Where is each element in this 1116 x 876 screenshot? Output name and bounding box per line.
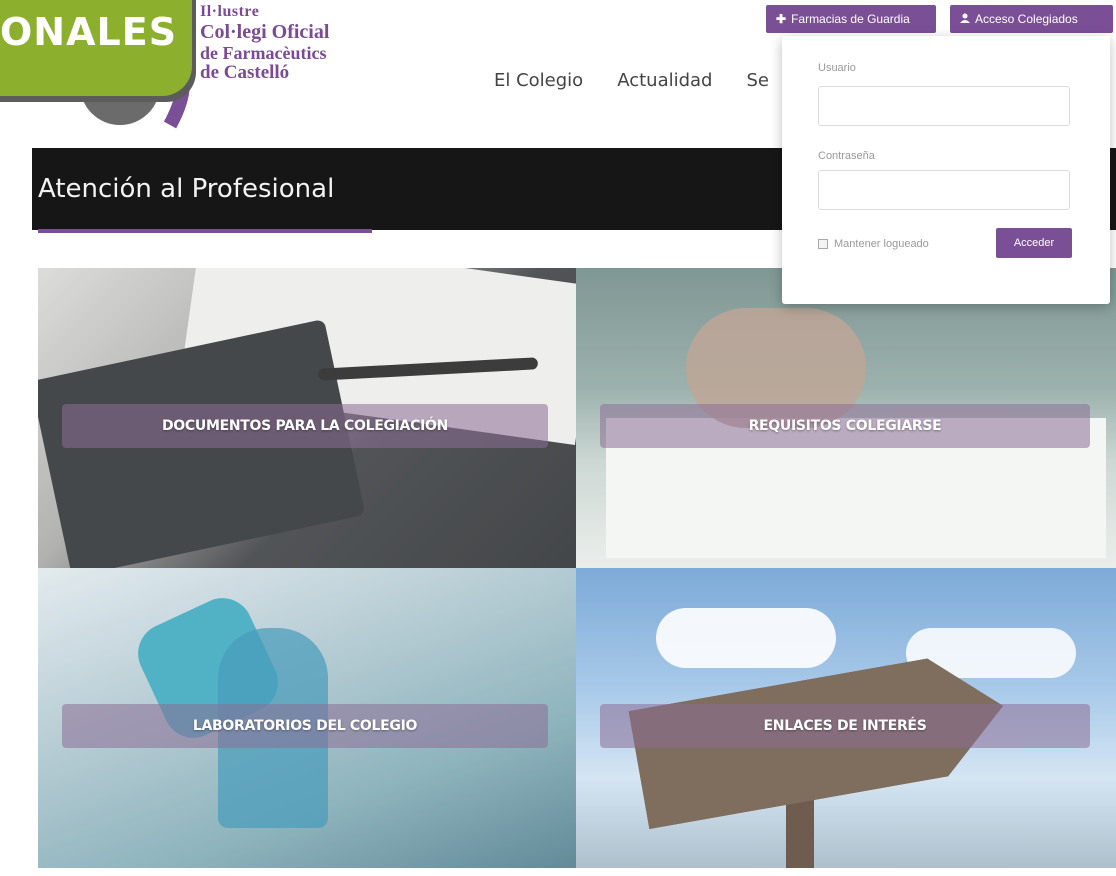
nav-item-actualidad[interactable]: Actualidad: [617, 70, 712, 91]
login-dropdown: Usuario Contraseña Mantener logueado Acc…: [782, 36, 1110, 304]
pharmacies-on-duty-button[interactable]: ✚ Farmacias de Guardia: [766, 5, 936, 33]
plus-icon: ✚: [776, 12, 787, 26]
tile-requirements[interactable]: REQUISITOS COLEGIARSE: [576, 268, 1116, 568]
logo-text[interactable]: Il·lustre Col·legi Oficial de Farmacèuti…: [200, 3, 380, 83]
tile-links[interactable]: ENLACES DE INTERÉS: [576, 568, 1116, 868]
page-title: Atención al Profesional: [38, 174, 335, 204]
username-input[interactable]: [818, 86, 1070, 126]
username-label: Usuario: [818, 62, 856, 74]
keep-logged-in-label: Mantener logueado: [834, 238, 929, 250]
login-button[interactable]: Acceder: [996, 228, 1072, 258]
section-badge: ONALES: [0, 0, 192, 96]
keep-logged-in[interactable]: Mantener logueado: [818, 238, 929, 250]
password-input[interactable]: [818, 170, 1070, 210]
keep-logged-in-checkbox[interactable]: [818, 239, 828, 249]
tile-laboratories[interactable]: LABORATORIOS DEL COLEGIO: [38, 568, 576, 868]
logo-line-4: de Castelló: [200, 62, 290, 83]
nav-item-el-colegio[interactable]: El Colegio: [494, 70, 583, 91]
service-tiles: DOCUMENTOS PARA LA COLEGIACIÓN REQUISITO…: [38, 268, 1116, 868]
logo-line-1: Il·lustre: [200, 3, 260, 20]
tile-documents[interactable]: DOCUMENTOS PARA LA COLEGIACIÓN: [38, 268, 576, 568]
password-label: Contraseña: [818, 150, 875, 162]
section-badge-text: ONALES: [0, 10, 178, 54]
main-nav: El Colegio Actualidad Se: [494, 70, 769, 91]
tile-documents-label[interactable]: DOCUMENTOS PARA LA COLEGIACIÓN: [62, 404, 548, 448]
nav-item-servicios[interactable]: Se: [746, 70, 769, 91]
tile-laboratories-label[interactable]: LABORATORIOS DEL COLEGIO: [62, 704, 548, 748]
member-access-button[interactable]: Acceso Colegiados: [950, 5, 1113, 33]
member-access-label: Acceso Colegiados: [975, 12, 1078, 26]
pharmacies-on-duty-label: Farmacias de Guardia: [791, 12, 910, 26]
logo-line-3: de Farmacèutics: [200, 43, 327, 63]
title-underline: [38, 229, 372, 233]
user-icon: [960, 12, 970, 26]
logo-line-2: Col·legi Oficial: [200, 21, 330, 43]
tile-requirements-label[interactable]: REQUISITOS COLEGIARSE: [600, 404, 1090, 448]
tile-links-label[interactable]: ENLACES DE INTERÉS: [600, 704, 1090, 748]
